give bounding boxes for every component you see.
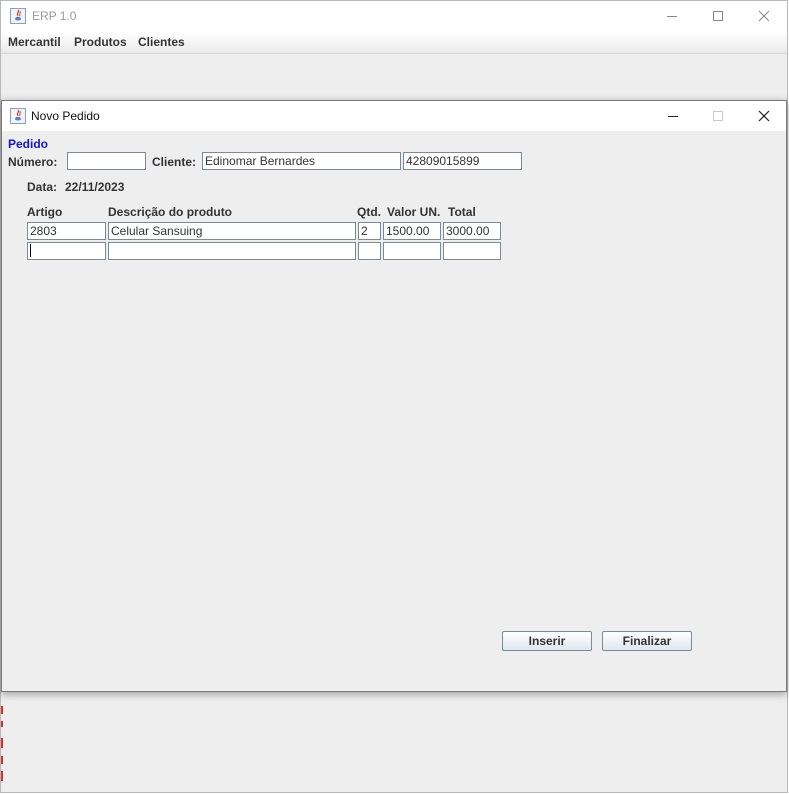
row1-artigo-input[interactable] <box>27 222 106 240</box>
inserir-button[interactable]: Inserir <box>502 631 592 651</box>
row1-qtd-input[interactable] <box>358 222 381 240</box>
menu-bar: Mercantil Produtos Clientes <box>1 31 787 54</box>
finalizar-button[interactable]: Finalizar <box>602 631 692 651</box>
column-header-descricao: Descrição do produto <box>108 205 233 219</box>
main-close-button[interactable] <box>741 1 787 31</box>
background-mark <box>1 756 3 764</box>
column-header-total: Total <box>448 205 476 219</box>
java-app-icon <box>10 8 26 24</box>
row2-qtd-input[interactable] <box>358 242 381 260</box>
row1-valor-un-input[interactable] <box>383 222 441 240</box>
row1-total-input[interactable] <box>443 222 501 240</box>
dialog-maximize-button <box>695 101 741 131</box>
main-minimize-button[interactable] <box>649 1 695 31</box>
maximize-icon <box>713 11 723 21</box>
numero-label: Número: <box>8 155 58 169</box>
numero-input[interactable] <box>67 152 146 170</box>
background-mark <box>1 721 3 727</box>
minimize-icon <box>668 116 678 117</box>
menu-mercantil[interactable]: Mercantil <box>8 35 61 49</box>
menu-clientes[interactable]: Clientes <box>138 35 185 49</box>
background-mark <box>1 771 3 781</box>
data-value: 22/11/2023 <box>65 180 125 194</box>
row1-descricao-input[interactable] <box>108 222 356 240</box>
menu-produtos[interactable]: Produtos <box>74 35 127 49</box>
main-maximize-button[interactable] <box>695 1 741 31</box>
dialog-minimize-button[interactable] <box>650 101 696 131</box>
column-header-qtd: Qtd. <box>357 205 381 219</box>
section-title-pedido: Pedido <box>8 137 49 151</box>
minimize-icon <box>667 16 677 17</box>
novo-pedido-dialog: Novo Pedido Pedido Número: Cliente: Data… <box>1 100 787 692</box>
main-window-title: ERP 1.0 <box>32 9 77 23</box>
cliente-label: Cliente: <box>152 155 197 169</box>
column-header-valor-un: Valor UN. <box>387 205 441 219</box>
row2-descricao-input[interactable] <box>108 242 356 260</box>
row2-valor-un-input[interactable] <box>383 242 441 260</box>
main-titlebar[interactable]: ERP 1.0 <box>1 1 787 31</box>
dialog-title: Novo Pedido <box>31 109 100 123</box>
row2-artigo-input[interactable] <box>27 242 106 260</box>
column-header-artigo: Artigo <box>27 205 63 219</box>
dialog-titlebar[interactable]: Novo Pedido <box>2 101 786 131</box>
row2-total-input[interactable] <box>443 242 501 260</box>
cliente-name-input[interactable] <box>202 152 401 170</box>
dialog-close-button[interactable] <box>741 101 787 131</box>
background-mark <box>1 706 3 714</box>
background-mark <box>1 738 3 748</box>
data-label: Data: <box>27 180 58 194</box>
close-icon <box>758 110 770 122</box>
maximize-icon <box>713 111 723 121</box>
close-icon <box>758 10 770 22</box>
text-caret <box>30 244 31 257</box>
cliente-doc-input[interactable] <box>403 152 522 170</box>
java-app-icon <box>10 108 26 124</box>
